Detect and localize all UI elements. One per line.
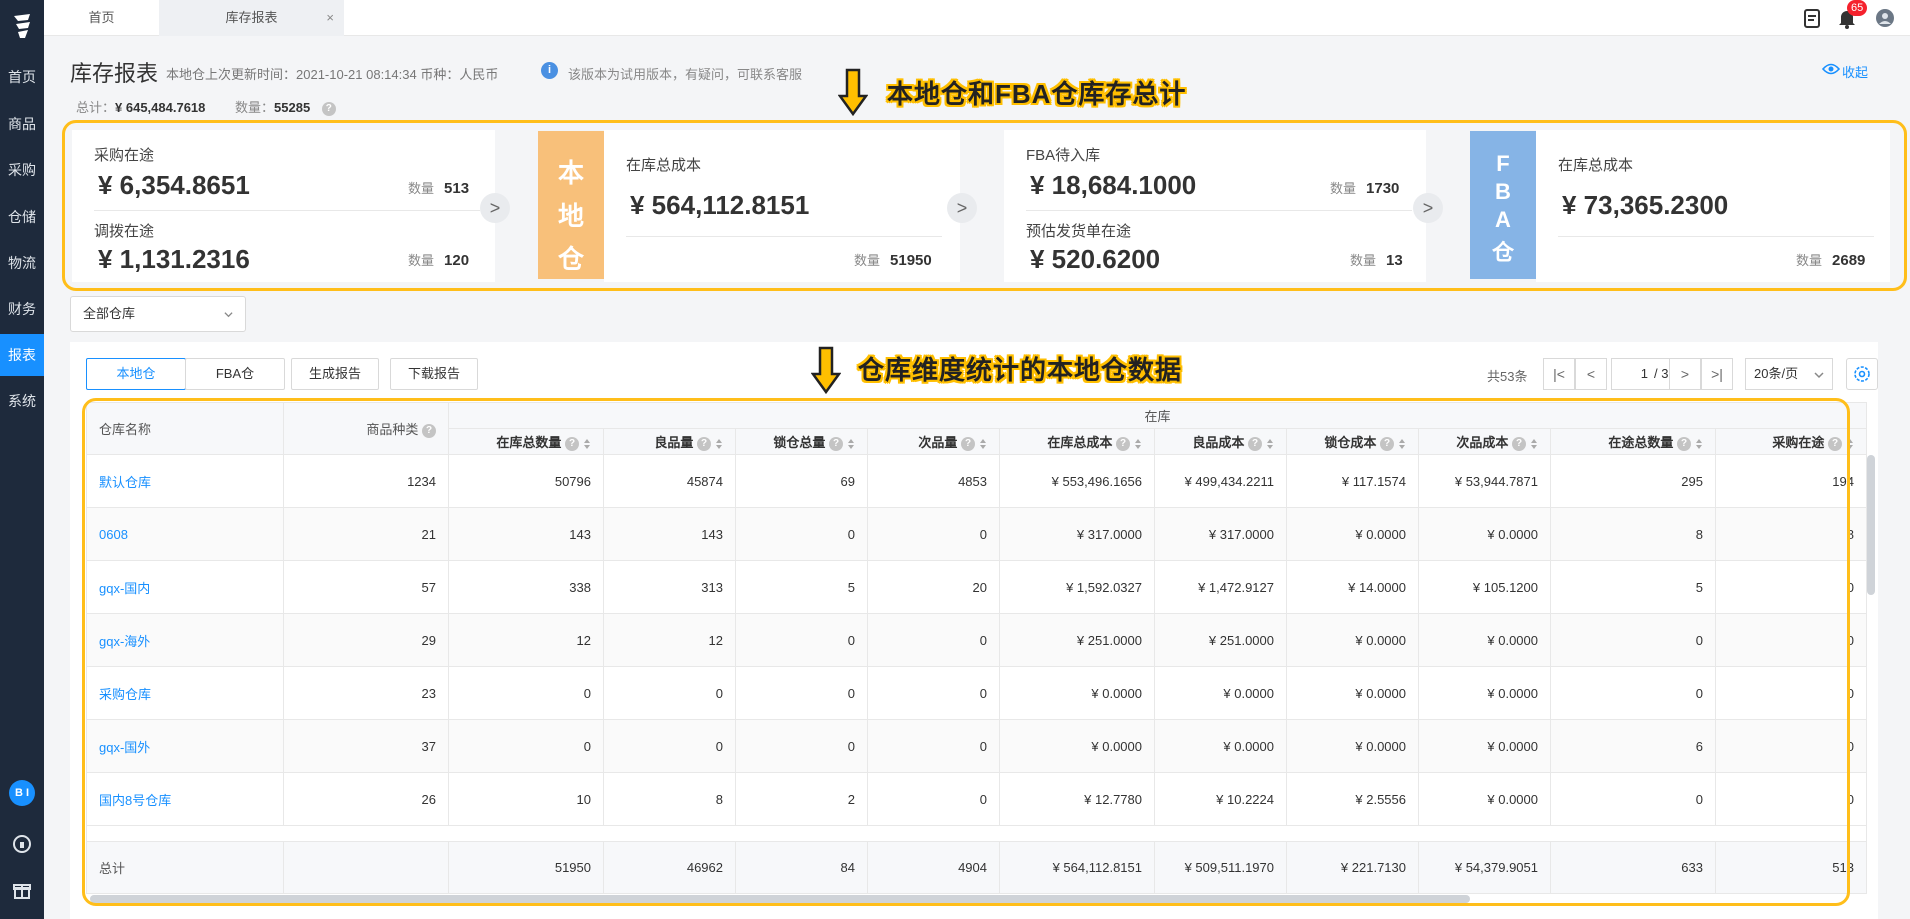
tab-fba-warehouse[interactable]: FBA仓 [185,358,285,390]
shipment-qty: 数量 13 [1350,252,1403,269]
transfer-value: ¥ 1,131.2316 [98,244,250,274]
local-cost-value: ¥ 564,112.8151 [630,190,810,220]
trial-notice: 该版本为试用版本，有疑问，可联系客服 [568,67,803,82]
chevron-down-icon [224,312,233,318]
qty-label: 数量： [235,100,275,115]
annotation-box-bottom [82,398,1850,906]
task-icon[interactable] [1801,7,1823,29]
local-cost-qty: 数量 51950 [854,252,932,269]
help-icon[interactable]: ? [321,101,336,116]
sidebar-item-finance[interactable]: 财务 [0,288,44,330]
column-settings-button[interactable] [1846,358,1878,390]
support-icon[interactable] [12,834,32,854]
divider [1026,210,1412,211]
card-fba-transit: FBA待入库 ¥ 18,684.1000 数量 1730 预估发货单在途 ¥ 52… [1004,130,1426,282]
first-page-button[interactable]: |< [1543,358,1575,390]
bi-button[interactable]: B I [9,780,35,806]
sidebar-item-storage[interactable]: 仓储 [0,196,44,238]
tab-inventory-report[interactable]: 库存报表 × [159,0,344,36]
totals-summary: 总计：¥ 645,484.7618 数量：55285 ? [76,97,336,116]
sidebar-item-home[interactable]: 首页 [0,56,44,98]
chevron-right-icon[interactable]: > [1413,193,1443,223]
settings-icon [1854,366,1870,382]
annotation-top: 本地仓和FBA仓库存总计 [887,79,1187,109]
tab-home[interactable]: 首页 [44,0,159,36]
warehouse-select[interactable]: 全部仓库 [70,296,246,332]
annotation-bottom: 仓库维度统计的本地仓数据 [858,355,1183,385]
prev-page-button[interactable]: < [1575,358,1607,390]
card-fba-cost: 在库总成本 ¥ 73,365.2300 数量 2689 [1536,130,1890,282]
fba-cost-label: 在库总成本 [1558,157,1634,174]
download-report-button[interactable]: 下载报告 [390,358,478,390]
fba-warehouse-badge: F B A 仓 [1470,131,1536,279]
eye-icon[interactable] [1822,62,1840,76]
fba-pending-label: FBA待入库 [1026,147,1101,164]
total-value: ¥ 645,484.7618 [115,100,206,115]
collapse-button[interactable]: 收起 [1842,62,1868,81]
page-title: 库存报表 [70,61,159,86]
total-count: 共53条 [1487,369,1528,384]
gift-icon[interactable] [12,880,32,900]
qty-value: 55285 [274,100,311,115]
sidebar-item-products[interactable]: 商品 [0,103,44,145]
local-warehouse-badge: 本 地 仓 [538,131,604,279]
divider [94,210,480,211]
sidebar-item-purchase[interactable]: 采购 [0,149,44,191]
last-page-button[interactable]: >| [1701,358,1733,390]
fba-cost-value: ¥ 73,365.2300 [1562,190,1729,220]
fba-cost-qty: 数量 2689 [1796,252,1866,269]
sidebar: 首页 商品 采购 仓储 物流 财务 报表 系统 B I [0,0,44,919]
purchase-qty: 数量 513 [408,180,470,197]
transfer-label: 调拨在途 [94,223,155,240]
tab-local-warehouse[interactable]: 本地仓 [86,358,186,390]
divider [626,236,942,237]
tab-close-icon[interactable]: × [326,0,334,36]
next-page-button[interactable]: > [1669,358,1701,390]
purchase-label: 采购在途 [94,147,155,164]
update-info: 本地仓上次更新时间：2021-10-21 08:14:34 币种：人民币 [166,67,499,82]
purchase-value: ¥ 6,354.8651 [98,170,250,200]
arrow-down-icon [838,68,868,117]
arrow-down-icon [811,346,841,395]
vertical-scrollbar[interactable] [1867,455,1875,595]
top-bar: 首页 库存报表 × 65 [44,0,1910,36]
info-icon: i [541,62,558,79]
app-logo-icon[interactable] [10,12,34,40]
local-cost-label: 在库总成本 [626,157,702,174]
sidebar-item-logistics[interactable]: 物流 [0,242,44,284]
divider [1558,236,1874,237]
tab-label: 库存报表 [225,10,278,25]
shipment-label: 预估发货单在途 [1026,223,1132,240]
sidebar-item-system[interactable]: 系统 [0,380,44,422]
notification-badge: 65 [1847,0,1868,16]
page-size-select[interactable]: 20条/页 [1745,358,1833,390]
fba-pending-value: ¥ 18,684.1000 [1030,170,1197,200]
chevron-down-icon [1814,372,1824,379]
card-local-cost: 在库总成本 ¥ 564,112.8151 数量 51950 [604,130,960,282]
shipment-value: ¥ 520.6200 [1030,244,1161,274]
sidebar-item-reports[interactable]: 报表 [0,334,44,376]
fba-pending-qty: 数量 1730 [1330,180,1400,197]
transfer-qty: 数量 120 [408,252,470,269]
total-label: 总计： [76,100,116,115]
chevron-right-icon[interactable]: > [480,193,510,223]
page-total: / 3 [1654,366,1669,381]
generate-report-button[interactable]: 生成报告 [291,358,379,390]
chevron-right-icon[interactable]: > [947,193,977,223]
avatar[interactable] [1874,7,1896,29]
card-in-transit: 采购在途 ¥ 6,354.8651 数量 513 调拨在途 ¥ 1,131.231… [72,130,495,282]
